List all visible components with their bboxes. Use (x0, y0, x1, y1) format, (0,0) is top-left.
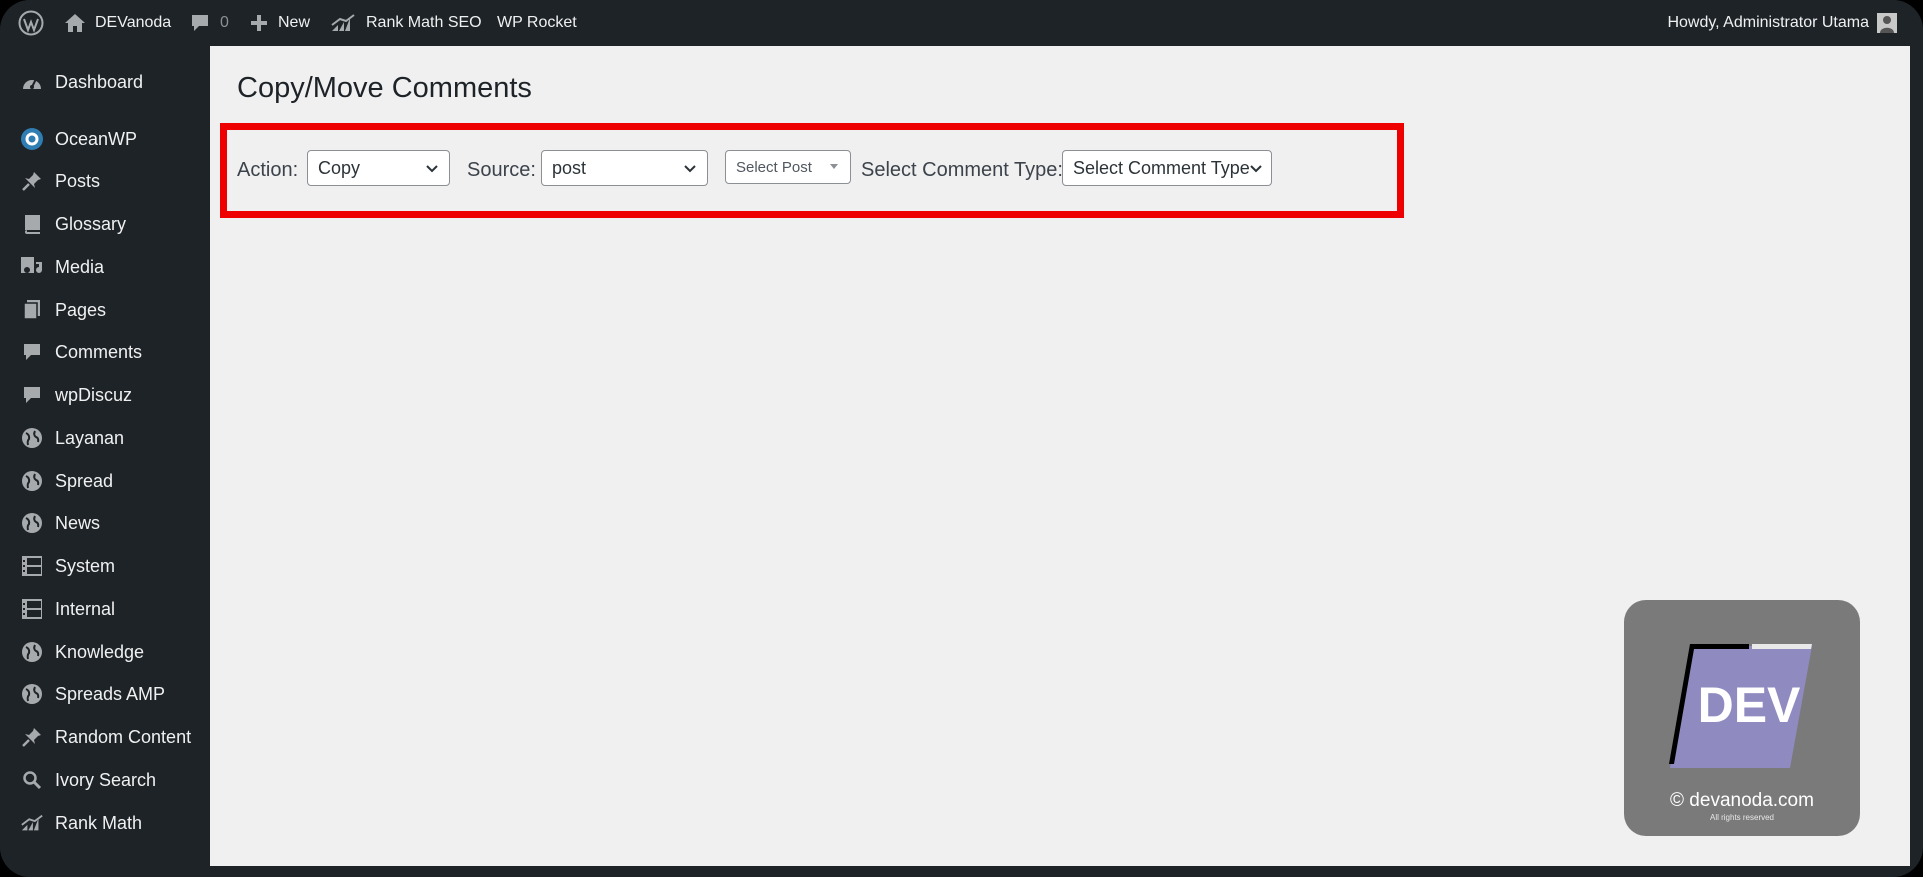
sidebar-item-label: wpDiscuz (55, 385, 133, 405)
sidebar-item-label: Rank Math (55, 813, 143, 833)
post-select-value: Select Post (736, 158, 812, 176)
globe-icon (20, 512, 44, 534)
sidebar-item-label: Internal (55, 599, 116, 619)
source-label: Source: (467, 159, 536, 181)
chevron-down-icon (684, 165, 696, 173)
search-icon (20, 769, 44, 791)
admin-bar: DEVanoda 0 New Rank Math SEO WP Rocket H… (0, 0, 1923, 46)
book-icon (20, 213, 44, 235)
sidebar-item-random-content[interactable]: Random Content (0, 717, 210, 757)
sidebar-item-label: Spread (55, 471, 114, 491)
comments-link[interactable]: 0 (190, 0, 229, 46)
rank-math-seo-link[interactable]: Rank Math SEO (330, 0, 482, 46)
logo-text: DEV (1697, 677, 1801, 733)
admin-sidebar: Dashboard OceanWP Posts Glossary Media P… (0, 46, 210, 877)
sidebar-item-label: System (55, 556, 116, 576)
sidebar-item-label: Glossary (55, 214, 127, 234)
oceanwp-icon (20, 128, 44, 150)
action-label: Action: (237, 159, 299, 181)
avatar (1877, 13, 1897, 33)
sidebar-item-label: Dashboard (55, 72, 144, 92)
sidebar-item-layanan[interactable]: Layanan (0, 418, 210, 458)
sidebar-item-label: Comments (55, 342, 143, 362)
wp-rocket-label: WP Rocket (497, 14, 577, 31)
action-select[interactable]: Copy (307, 150, 450, 186)
globe-icon (20, 683, 44, 705)
comment-icon (20, 384, 44, 406)
sidebar-item-label: News (55, 513, 101, 533)
sidebar-item-label: Pages (55, 300, 107, 320)
sidebar-item-glossary[interactable]: Glossary (0, 204, 210, 244)
comment-type-select[interactable]: Select Comment Type (1062, 150, 1272, 186)
sidebar-item-oceanwp[interactable]: OceanWP (0, 119, 210, 159)
film-icon (20, 555, 44, 577)
sidebar-item-label: Random Content (55, 727, 192, 747)
sidebar-item-spreads-amp[interactable]: Spreads AMP (0, 674, 210, 714)
screen-frame: DEVanoda 0 New Rank Math SEO WP Rocket H… (0, 0, 1923, 877)
sidebar-item-label: OceanWP (55, 129, 138, 149)
new-label: New (278, 14, 311, 31)
pushpin-icon (20, 170, 44, 192)
sidebar-item-media[interactable]: Media (0, 247, 210, 287)
globe-icon (20, 641, 44, 663)
chevron-down-icon (1250, 165, 1262, 173)
sidebar-item-comments[interactable]: Comments (0, 332, 210, 372)
sidebar-item-posts[interactable]: Posts (0, 161, 210, 201)
sidebar-item-spread[interactable]: Spread (0, 461, 210, 501)
sidebar-item-internal[interactable]: Internal (0, 589, 210, 629)
comment-icon (192, 15, 208, 31)
sidebar-item-rank-math[interactable]: Rank Math (0, 803, 210, 843)
user-avatar-icon (1880, 16, 1894, 33)
rank-math-label: Rank Math SEO (366, 14, 482, 31)
globe-icon (20, 427, 44, 449)
sidebar-item-label: Layanan (55, 428, 125, 448)
sidebar-item-label: Posts (55, 171, 101, 191)
wp-rocket-link[interactable]: WP Rocket (497, 0, 577, 46)
caret-down-icon (830, 164, 838, 169)
sidebar-item-label: Spreads AMP (55, 684, 166, 704)
wordpress-logo-button[interactable] (18, 0, 46, 46)
site-name-link[interactable]: DEVanoda (64, 0, 171, 46)
plus-icon (251, 15, 267, 31)
new-content-link[interactable]: New (250, 0, 310, 46)
home-icon (65, 14, 85, 32)
howdy-text: Howdy, Administrator Utama (1667, 14, 1869, 31)
globe-icon (20, 470, 44, 492)
site-name: DEVanoda (95, 14, 172, 31)
sidebar-item-news[interactable]: News (0, 503, 210, 543)
comment-icon (20, 341, 44, 363)
devanoda-watermark: DEV © devanoda.com All rights reserved (1624, 600, 1860, 836)
sidebar-item-dashboard[interactable]: Dashboard (0, 62, 210, 102)
media-icon (20, 256, 44, 278)
action-select-value: Copy (318, 157, 361, 178)
post-select[interactable]: Select Post (725, 150, 851, 184)
pushpin-icon (20, 726, 44, 748)
my-account-link[interactable]: Howdy, Administrator Utama (1667, 0, 1897, 46)
chart-icon (331, 14, 355, 31)
chevron-down-icon (426, 165, 438, 173)
comments-count: 0 (220, 14, 229, 31)
pages-icon (20, 299, 44, 321)
watermark-domain: © devanoda.com (1670, 790, 1814, 811)
comment-type-select-value: Select Comment Type (1073, 157, 1250, 178)
page-title: Copy/Move Comments (237, 72, 532, 104)
sidebar-item-label: Ivory Search (55, 770, 157, 790)
watermark-rights: All rights reserved (1709, 813, 1775, 822)
dashboard-icon (20, 71, 44, 93)
sidebar-item-knowledge[interactable]: Knowledge (0, 632, 210, 672)
sidebar-item-pages[interactable]: Pages (0, 290, 210, 330)
sidebar-item-wpdiscuz[interactable]: wpDiscuz (0, 375, 210, 415)
sidebar-item-ivory-search[interactable]: Ivory Search (0, 760, 210, 800)
wordpress-icon (18, 10, 44, 36)
chart-icon (20, 812, 44, 834)
source-select-value: post (552, 157, 587, 178)
film-icon (20, 598, 44, 620)
sidebar-item-system[interactable]: System (0, 546, 210, 586)
sidebar-item-label: Knowledge (55, 642, 145, 662)
sidebar-item-label: Media (55, 257, 105, 277)
source-select[interactable]: post (541, 150, 708, 186)
comment-type-label: Select Comment Type: (861, 159, 1063, 181)
